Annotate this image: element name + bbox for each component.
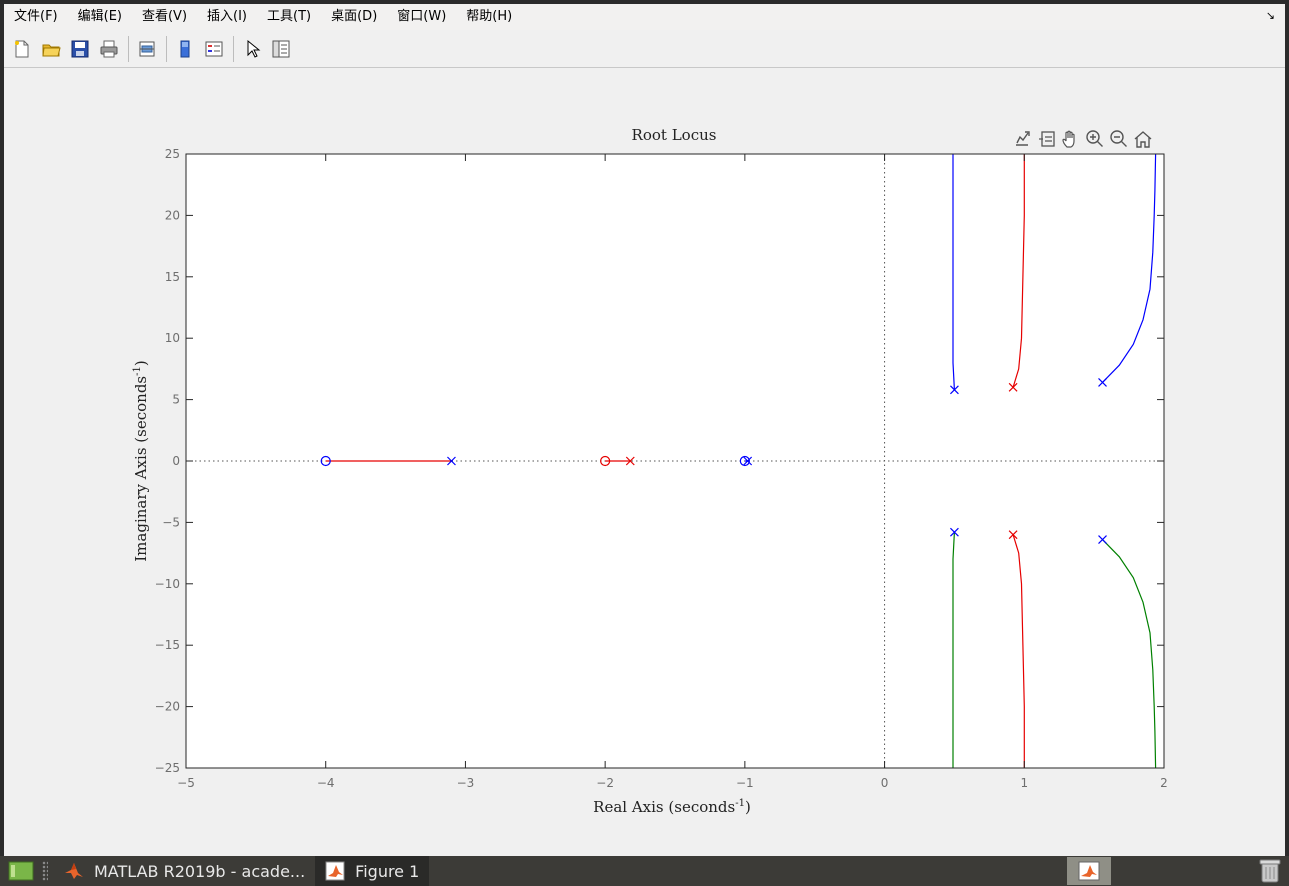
x-tick-label: −2 [596, 776, 614, 790]
trash-icon[interactable] [1256, 857, 1284, 885]
y-tick-label: −5 [162, 515, 180, 529]
taskbar-item-label: MATLAB R2019b - acade... [94, 861, 306, 881]
tray-figure-icon[interactable] [1067, 857, 1111, 885]
y-tick-label: 10 [165, 331, 180, 345]
matlab-icon [64, 861, 84, 881]
figure-icon [325, 861, 345, 881]
zoom-out-icon[interactable] [1108, 128, 1130, 150]
x-axis-label: Real Axis (seconds-1) [593, 798, 751, 816]
y-tick-label: 5 [172, 393, 180, 407]
x-tick-label: −5 [177, 776, 195, 790]
y-tick-label: 25 [165, 147, 180, 161]
y-tick-label: 20 [165, 208, 180, 222]
axes-toolbar [1012, 128, 1154, 150]
show-desktop-icon[interactable] [6, 859, 36, 883]
x-tick-label: 1 [1020, 776, 1028, 790]
zoom-in-icon[interactable] [1084, 128, 1106, 150]
x-tick-label: −4 [317, 776, 335, 790]
brush-data-icon[interactable] [1036, 128, 1058, 150]
taskbar-item-matlab[interactable]: MATLAB R2019b - acade... [54, 856, 315, 886]
x-tick-label: 0 [881, 776, 889, 790]
taskbar-item-label: Figure 1 [355, 861, 420, 881]
x-tick-label: 2 [1160, 776, 1168, 790]
chart-title: Root Locus [632, 126, 717, 144]
taskbar-grip [42, 861, 48, 881]
y-axis-label: Imaginary Axis (seconds-1) [132, 360, 150, 562]
taskbar-item-figure[interactable]: Figure 1 [315, 856, 430, 886]
home-restore-icon[interactable] [1132, 128, 1154, 150]
y-tick-label: −10 [155, 577, 180, 591]
x-tick-label: −1 [736, 776, 754, 790]
export-icon[interactable] [1012, 128, 1034, 150]
y-tick-label: −20 [155, 700, 180, 714]
y-tick-label: −25 [155, 761, 180, 775]
y-tick-label: 0 [172, 454, 180, 468]
x-tick-label: −3 [457, 776, 475, 790]
y-tick-label: −15 [155, 638, 180, 652]
y-tick-label: 15 [165, 270, 180, 284]
pan-hand-icon[interactable] [1060, 128, 1082, 150]
